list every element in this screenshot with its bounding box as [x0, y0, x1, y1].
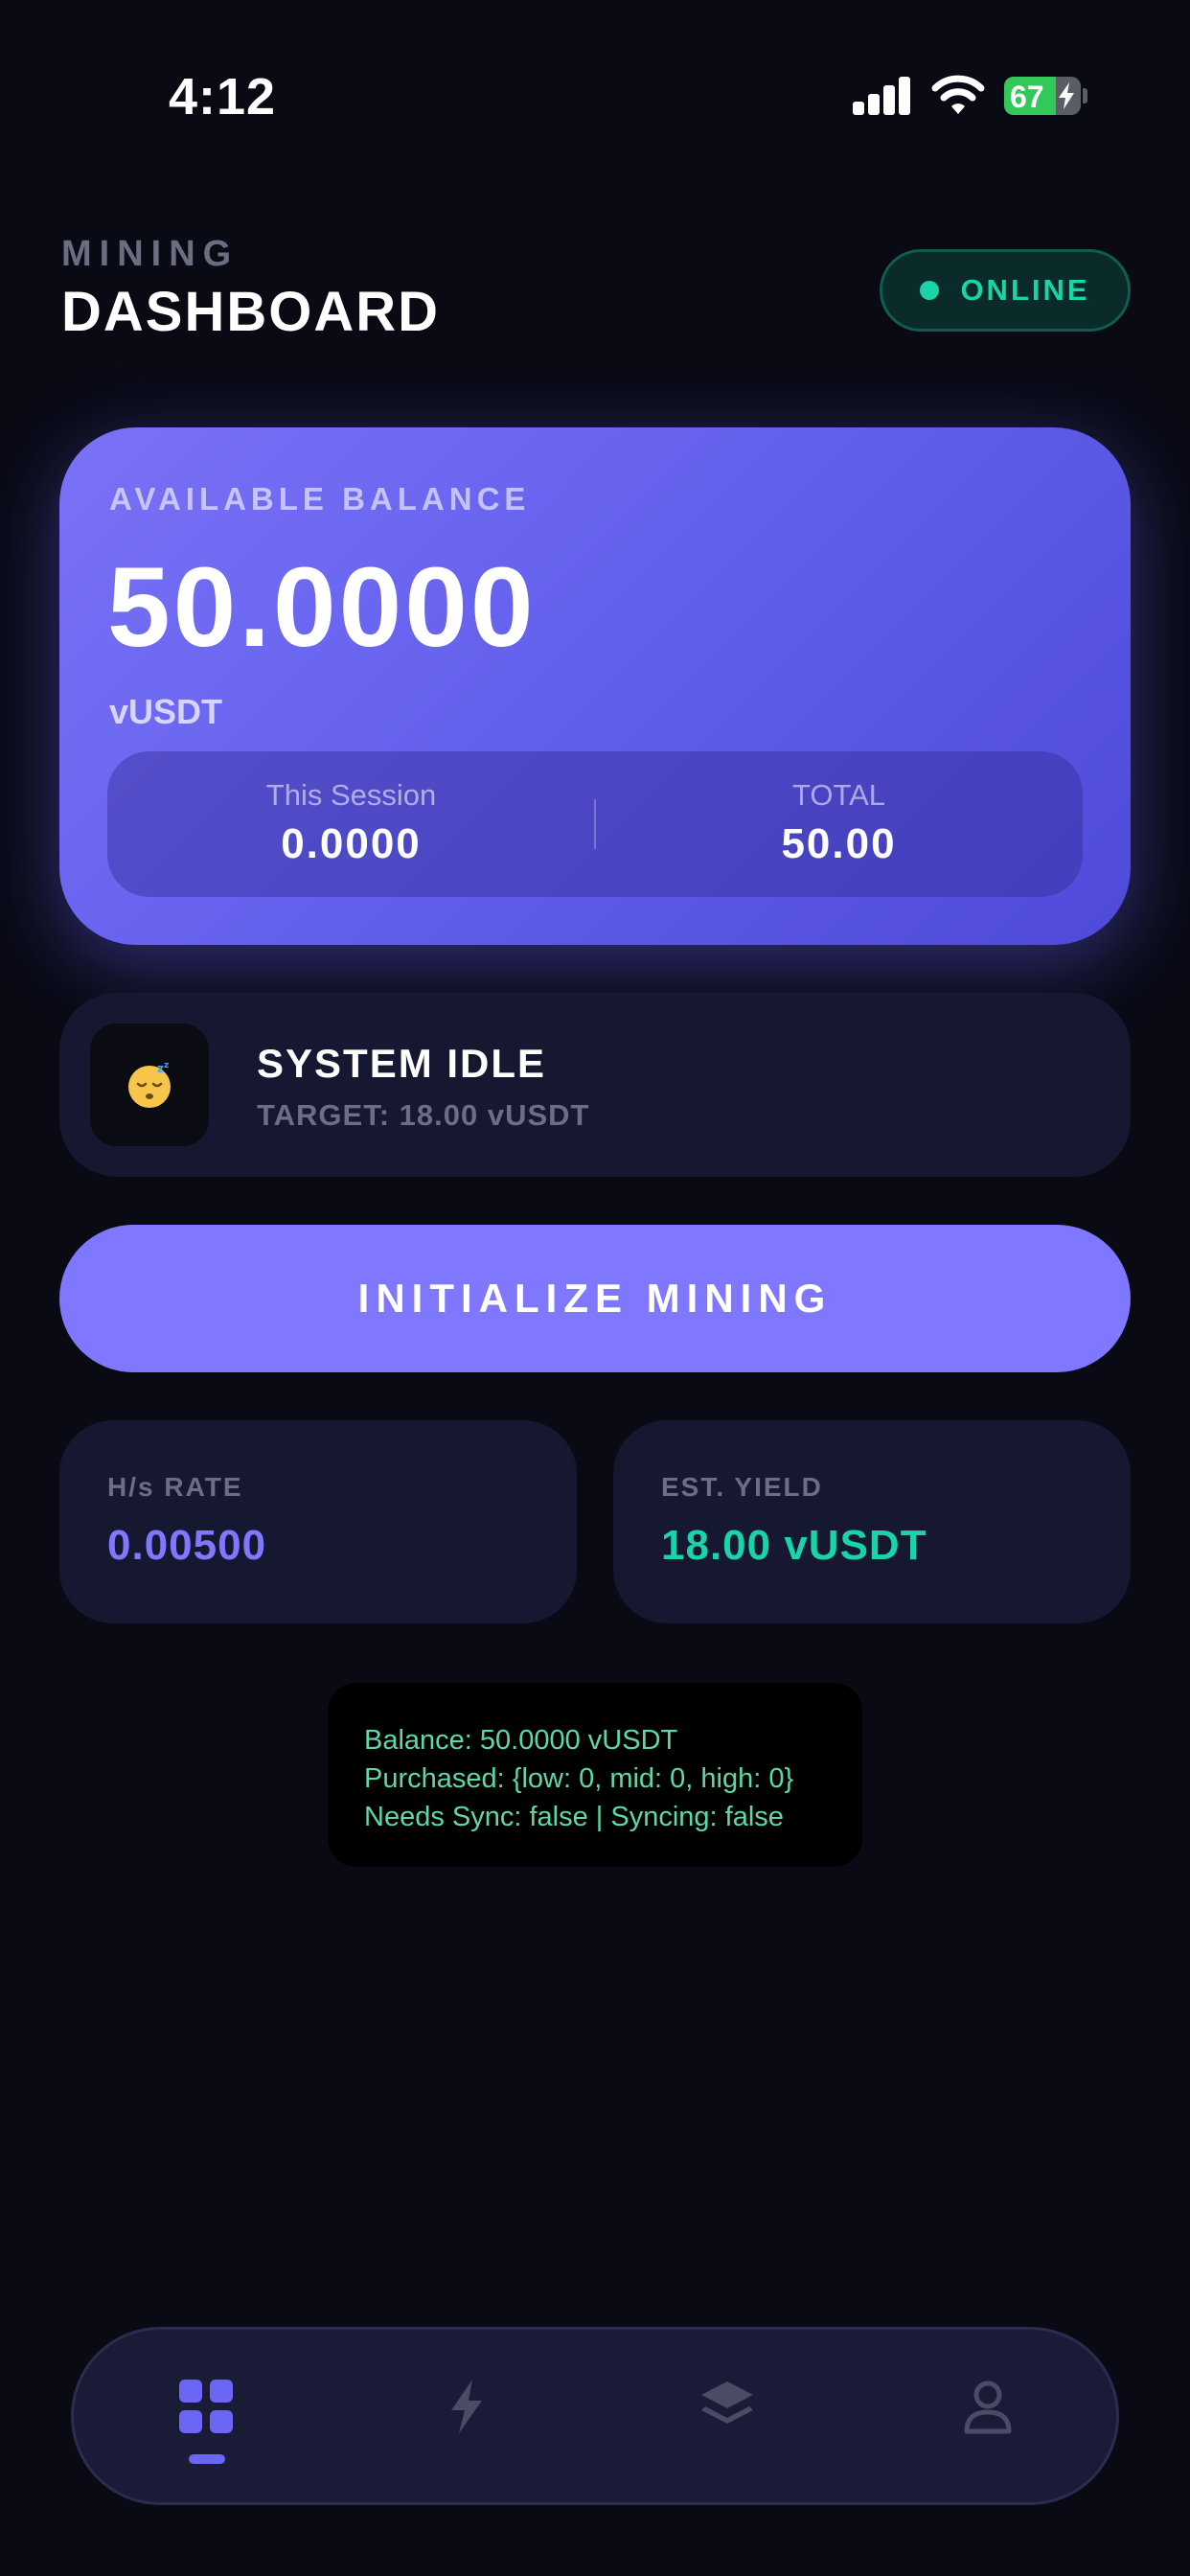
online-status-badge: ONLINE: [880, 249, 1131, 332]
hash-rate-label: H/s RATE: [107, 1472, 243, 1502]
hash-rate-card: H/s RATE 0.00500: [59, 1420, 577, 1623]
est-yield-label: EST. YIELD: [661, 1472, 823, 1502]
system-status-title: SYSTEM IDLE: [257, 1041, 547, 1086]
svg-text:z: z: [164, 1061, 169, 1070]
bolt-icon: [1059, 82, 1074, 109]
online-dot-icon: [920, 281, 940, 300]
user-icon: [964, 2380, 1012, 2434]
nav-item-dashboard[interactable]: [139, 2330, 273, 2508]
status-bar: 4:12 67: [0, 0, 1190, 192]
debug-line-sync: Needs Sync: false | Syncing: false: [364, 1802, 784, 1832]
balance-unit: vUSDT: [109, 692, 223, 731]
session-value: 0.0000: [281, 820, 422, 867]
nav-item-boost[interactable]: [400, 2330, 534, 2508]
system-target: TARGET: 18.00 vUSDT: [257, 1098, 590, 1132]
layers-icon: [701, 2381, 753, 2424]
wifi-icon: [931, 75, 985, 114]
svg-text:z: z: [157, 1062, 164, 1075]
debug-line-balance: Balance: 50.0000 vUSDT: [364, 1725, 678, 1756]
online-status-label: ONLINE: [960, 273, 1090, 307]
battery-cap: [1083, 88, 1087, 104]
grid-icon: [179, 2380, 233, 2433]
bottom-nav: [71, 2327, 1119, 2505]
sleeping-face-emoji: z z: [128, 1061, 171, 1108]
nav-item-profile[interactable]: [921, 2330, 1055, 2508]
balance-summary: This Session 0.0000 TOTAL 50.00: [107, 751, 1083, 897]
balance-card: AVAILABLE BALANCE 50.0000 vUSDT This Ses…: [59, 427, 1131, 945]
total-stat: TOTAL 50.00: [595, 751, 1083, 897]
est-yield-value: 18.00 vUSDT: [661, 1522, 927, 1569]
active-tab-indicator: [189, 2454, 225, 2464]
est-yield-card: EST. YIELD 18.00 vUSDT: [613, 1420, 1131, 1623]
balance-label: AVAILABLE BALANCE: [109, 481, 531, 517]
session-label: This Session: [265, 778, 437, 812]
initialize-mining-button[interactable]: INITIALIZE MINING: [59, 1225, 1131, 1372]
hash-rate-value: 0.00500: [107, 1522, 267, 1569]
total-label: TOTAL: [791, 778, 886, 812]
total-value: 50.00: [781, 820, 897, 867]
nav-item-layers[interactable]: [660, 2330, 794, 2508]
debug-line-purchased: Purchased: {low: 0, mid: 0, high: 0}: [364, 1763, 794, 1794]
page-title: DASHBOARD: [61, 281, 440, 343]
battery-charging-icon: 67: [1004, 77, 1081, 115]
system-status-card: z z SYSTEM IDLE TARGET: 18.00 vUSDT: [59, 993, 1131, 1177]
balance-amount: 50.0000: [107, 544, 537, 671]
header-subtitle: MINING: [61, 234, 240, 274]
battery-percent: 67: [1010, 80, 1044, 114]
status-time: 4:12: [169, 68, 277, 126]
session-stat: This Session 0.0000: [107, 751, 595, 897]
signal-icon: [853, 77, 912, 115]
debug-panel: Balance: 50.0000 vUSDT Purchased: {low: …: [328, 1683, 862, 1867]
lightning-icon: [451, 2380, 482, 2433]
sleeping-face-icon: z z: [90, 1024, 209, 1146]
